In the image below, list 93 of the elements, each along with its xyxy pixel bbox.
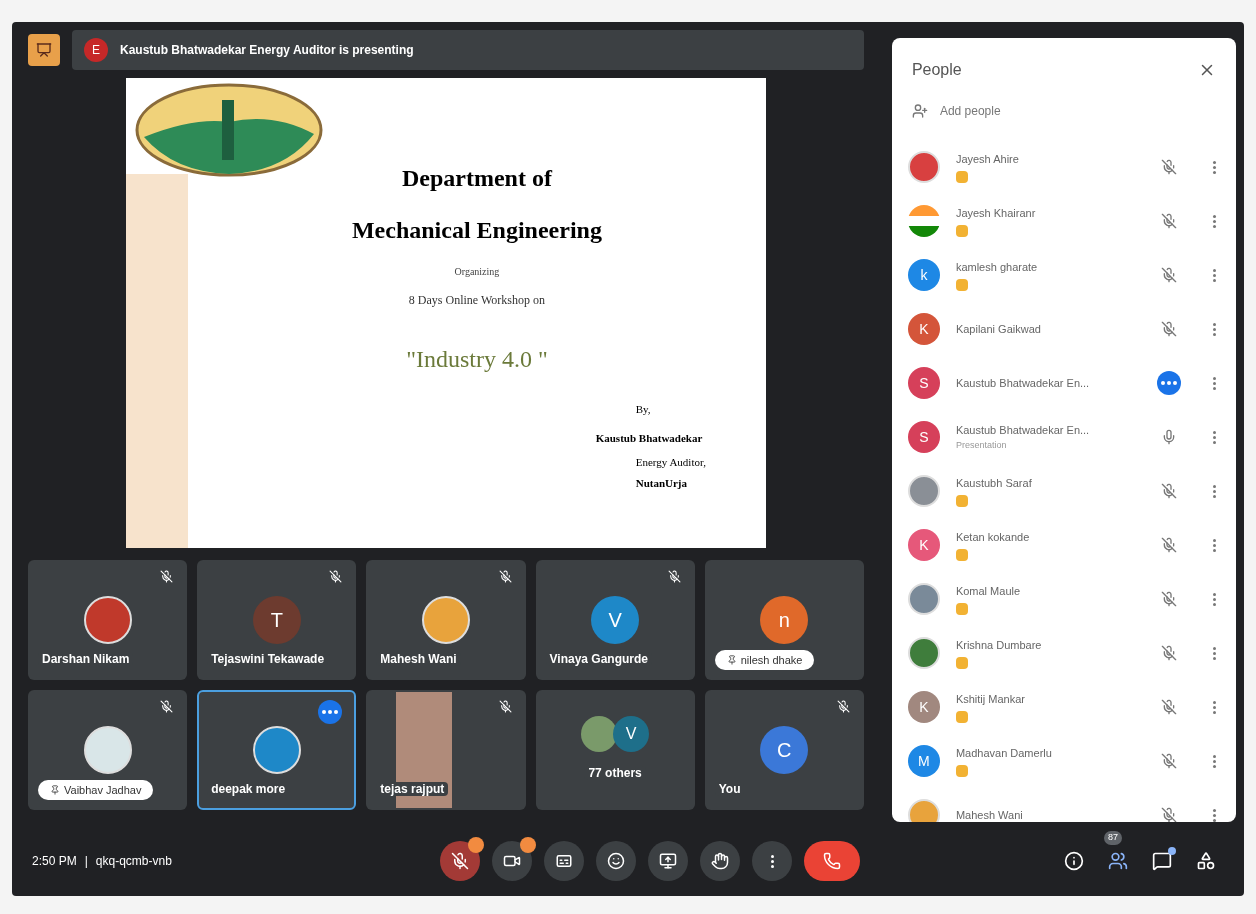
- name-text: Vaibhav Jadhav: [64, 782, 142, 798]
- info-button[interactable]: [1064, 851, 1084, 871]
- hand-button[interactable]: [700, 841, 740, 881]
- chat-icon: [1152, 851, 1172, 871]
- participant-name: Madhavan Damerlu: [955, 745, 1053, 761]
- more-icon[interactable]: [770, 854, 774, 868]
- pin-icon: [726, 654, 737, 665]
- slide-text: By,: [635, 402, 651, 417]
- present-icon: [659, 852, 677, 870]
- hangup-button[interactable]: [804, 841, 860, 881]
- hand-icon: [711, 852, 729, 870]
- letter-avatar: M: [907, 745, 940, 777]
- participant-name: Kshitij Mankar: [955, 691, 1026, 707]
- more-options-icon[interactable]: [1213, 700, 1216, 714]
- participant-name: Jayesh Ahire: [955, 151, 1020, 167]
- banner-text: Kaustub Bhatwadekar Energy Auditor is presenting: [120, 42, 414, 59]
- name-text: nilesh dhake: [740, 652, 803, 668]
- slide-text: Organizing: [454, 265, 500, 279]
- letter-avatar: V: [591, 596, 640, 644]
- participant-name: Ketan kokande: [955, 529, 1031, 545]
- presentation-icon[interactable]: [28, 34, 60, 66]
- more-options-icon[interactable]: [1213, 430, 1216, 444]
- add-person-icon: [911, 103, 928, 119]
- participant-name: kamlesh gharate: [955, 259, 1039, 275]
- count-badge: 87: [1104, 831, 1122, 845]
- participant-name: Krishna Dumbare: [955, 637, 1043, 653]
- emoji-icon: [607, 852, 625, 870]
- participant-role: Presentation: [955, 438, 1008, 452]
- participant-name: Kapilani Gaikwad: [955, 321, 1042, 337]
- more-options-icon[interactable]: [1213, 484, 1216, 498]
- letter-avatar: K: [907, 313, 940, 345]
- speaking-indicator-icon: [318, 700, 343, 724]
- participant-tile[interactable]: V 77 others: [535, 690, 695, 810]
- mic-icon: [451, 852, 469, 870]
- participant-tile[interactable]: n nilesh dhake: [704, 560, 864, 680]
- more-options-icon[interactable]: [1213, 808, 1216, 822]
- info-icon: [1064, 851, 1084, 871]
- more-options-icon[interactable]: [1213, 268, 1216, 282]
- slide-text: NutanUrja: [635, 475, 688, 491]
- speaking-indicator-icon: [1157, 371, 1181, 395]
- letter-avatar: n: [760, 596, 809, 644]
- activities-button[interactable]: [1196, 851, 1216, 871]
- activities-icon: [1196, 851, 1216, 871]
- letter-avatar: T: [252, 596, 301, 644]
- letter-avatar: S: [907, 421, 940, 453]
- pin-icon: [50, 784, 60, 795]
- participant-name: Kaustub Bhatwadekar En...: [955, 423, 1091, 438]
- letter-avatar: S: [907, 367, 940, 399]
- mic-icon: [1161, 429, 1177, 445]
- captions-button[interactable]: [544, 841, 584, 881]
- more-options-icon[interactable]: [1213, 160, 1216, 174]
- panel-title: People: [911, 60, 962, 80]
- participant-tile[interactable]: deepak more: [197, 690, 357, 810]
- more-options-icon[interactable]: [1213, 646, 1216, 660]
- letter-avatar: K: [907, 691, 940, 723]
- emoji-button[interactable]: [596, 841, 636, 881]
- slide-text: Energy Auditor,: [635, 455, 706, 470]
- participant-name: Kaustubh Saraf: [955, 475, 1033, 491]
- people-icon: [1108, 851, 1128, 871]
- slide-text: 8 Days Online Workshop on: [408, 292, 545, 309]
- letter-avatar: C: [760, 726, 809, 774]
- meeting-code: qkq-qcmb-vnb: [95, 853, 172, 870]
- participant-name: Mahesh Wani: [955, 807, 1024, 822]
- hangup-icon: [823, 852, 841, 870]
- participant-tile[interactable]: T Tejaswini Tekawade: [197, 560, 357, 680]
- participant-tile[interactable]: Darshan Nikam: [28, 560, 188, 680]
- slide-title: Department of: [401, 164, 552, 193]
- participant-tile[interactable]: C You: [704, 690, 864, 810]
- captions-icon: [555, 852, 573, 870]
- slide-speaker: Kaustub Bhatwadekar: [595, 430, 703, 446]
- letter-avatar: K: [907, 529, 940, 561]
- more-options-icon[interactable]: [1213, 592, 1216, 606]
- slide-title: Mechanical Engineering: [351, 216, 602, 245]
- slide-topic: "Industry 4.0 ": [406, 345, 548, 374]
- participant-name: Kaustub Bhatwadekar En...: [955, 375, 1091, 391]
- participant-name: Komal Maule: [955, 583, 1022, 599]
- letter-avatar: k: [907, 259, 940, 291]
- more-options-icon[interactable]: [1213, 322, 1216, 336]
- meeting-time: 2:50 PM: [32, 853, 77, 870]
- more-options-icon[interactable]: [1213, 214, 1216, 228]
- add-people-button[interactable]: Add people: [891, 94, 1236, 128]
- letter-avatar: V: [613, 716, 650, 752]
- more-options-icon[interactable]: [1213, 754, 1216, 768]
- more-options-icon[interactable]: [1213, 538, 1216, 552]
- present-button[interactable]: [648, 841, 688, 881]
- participant-tile[interactable]: tejas rajput: [366, 690, 526, 810]
- participant-tile[interactable]: Mahesh Wani: [366, 560, 526, 680]
- letter-avatar: E: [84, 38, 108, 62]
- participant-tile[interactable]: V Vinaya Gangurde: [535, 560, 695, 680]
- participant-name: Jayesh Khairanr: [955, 205, 1037, 221]
- more-options-icon[interactable]: [1213, 376, 1216, 390]
- separator: |: [84, 853, 88, 870]
- participant-tile[interactable]: Vaibhav Jadhav: [28, 690, 188, 810]
